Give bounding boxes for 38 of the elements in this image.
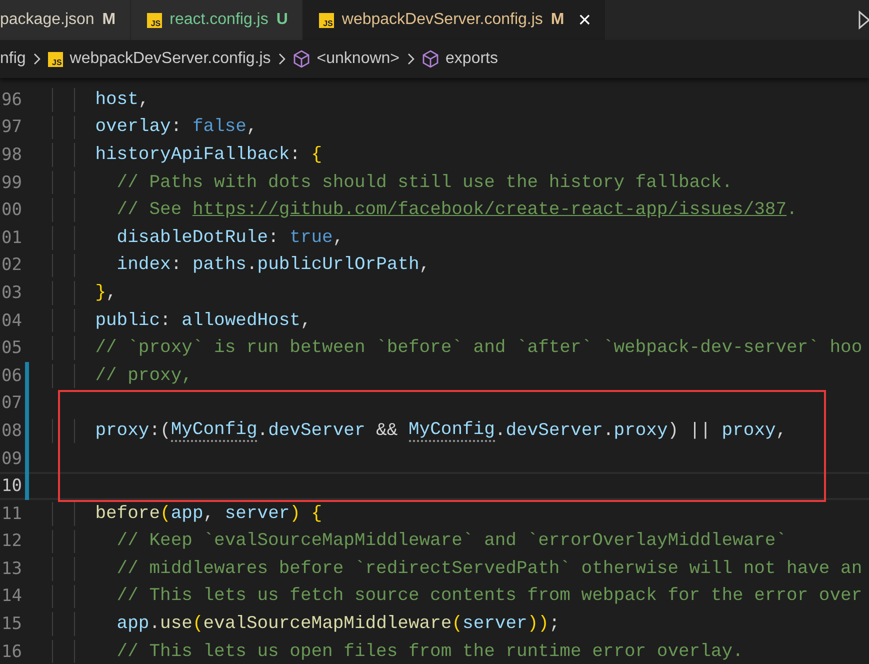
line-number: 01 xyxy=(0,228,22,248)
line-number: 09 xyxy=(0,448,22,469)
line-number: 97 xyxy=(0,117,22,138)
line-number: 13 xyxy=(0,558,22,579)
line-number: 00 xyxy=(0,200,22,220)
line-number: 96 xyxy=(0,90,22,110)
line-number: 15 xyxy=(0,614,22,634)
line-number: 99 xyxy=(0,172,22,193)
breadcrumb-item[interactable]: webpackDevServer.config.js xyxy=(70,50,271,68)
js-file-icon: JS xyxy=(48,52,63,66)
js-file-icon: JS xyxy=(146,12,162,28)
chevron-icon xyxy=(32,53,41,65)
breadcrumb-item[interactable]: nfig xyxy=(0,50,26,68)
line-number: 08 xyxy=(0,420,22,441)
breadcrumb-item[interactable]: <unknown> xyxy=(316,50,400,68)
line-number: 04 xyxy=(0,310,22,331)
editor-tab[interactable]: JS webpackDevServer.config.js M × xyxy=(302,0,606,40)
line-number: 05 xyxy=(0,338,22,358)
line-number: 14 xyxy=(0,586,22,606)
editor-tab[interactable]: package.json M xyxy=(0,0,130,40)
chevron-icon xyxy=(278,53,286,65)
line-number: 02 xyxy=(0,255,22,276)
line-number: 16 xyxy=(0,642,22,662)
cube-icon xyxy=(422,50,439,68)
js-file-icon: JS xyxy=(318,12,334,28)
line-number: 98 xyxy=(0,144,22,165)
line-number: 07 xyxy=(0,393,22,414)
editor-tab[interactable]: JS react.config.js U xyxy=(130,0,302,40)
line-number: 06 xyxy=(0,366,22,386)
line-number: 11 xyxy=(0,504,22,524)
cube-icon xyxy=(292,50,310,68)
run-icon[interactable] xyxy=(858,10,869,30)
chevron-icon xyxy=(406,53,415,65)
close-icon[interactable]: × xyxy=(578,9,592,31)
breadcrumb-item[interactable]: exports xyxy=(446,50,498,68)
line-number: 12 xyxy=(0,531,22,552)
line-number: 03 xyxy=(0,282,22,303)
line-number: 10 xyxy=(0,476,22,496)
